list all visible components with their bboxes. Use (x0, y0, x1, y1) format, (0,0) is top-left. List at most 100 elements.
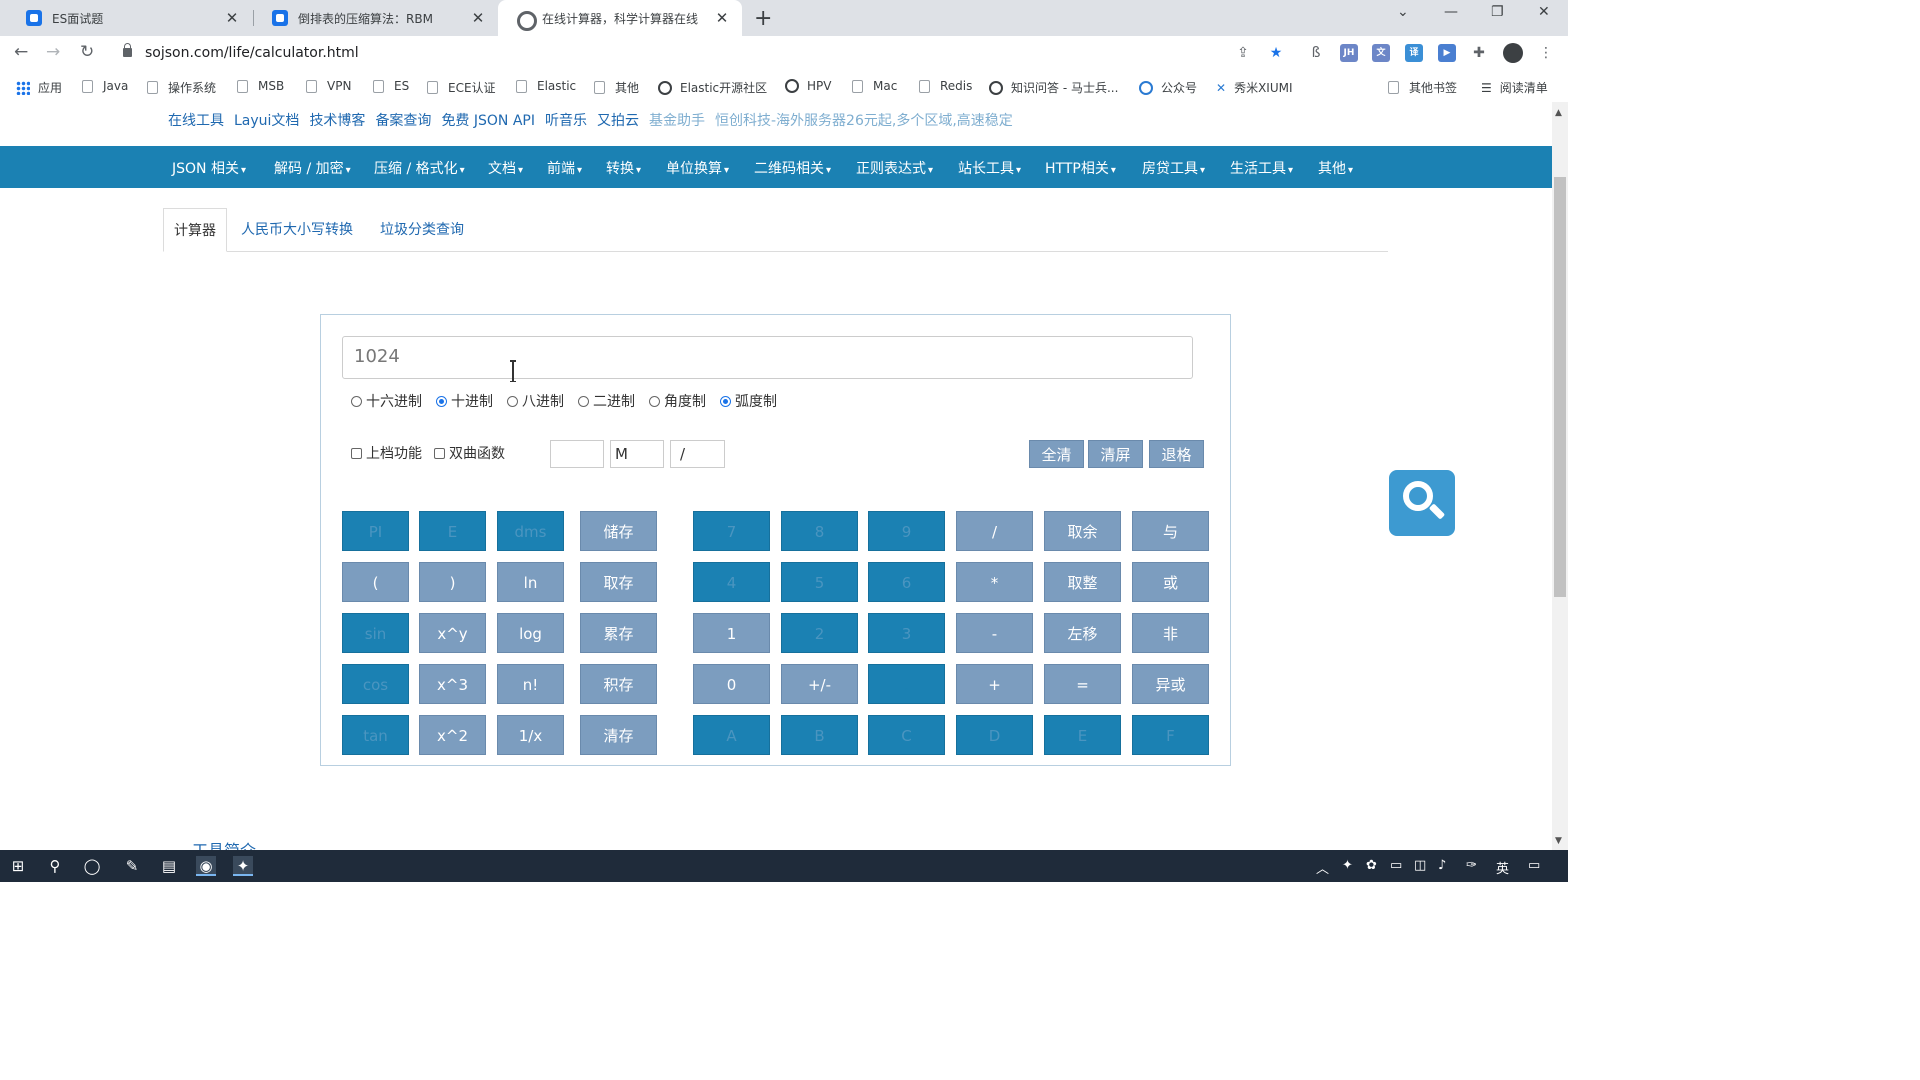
key-x-cubed[interactable]: x^3 (419, 664, 486, 704)
bookmark-item[interactable]: MSB (237, 79, 284, 93)
search-icon[interactable]: ⚲ (45, 856, 65, 876)
backspace-button[interactable]: 退格 (1149, 440, 1204, 468)
pen-icon[interactable]: ✑ (1466, 858, 1477, 873)
bookmark-item[interactable]: 公众号 (1139, 79, 1197, 96)
top-link[interactable]: 听音乐 (545, 110, 587, 130)
key-shift-left[interactable]: 左移 (1044, 613, 1121, 653)
key-hex-f[interactable]: F (1132, 715, 1209, 755)
top-link[interactable]: 备案查询 (375, 110, 431, 130)
page-scrollbar[interactable]: ▲ ▼ (1552, 102, 1568, 850)
bookmark-other[interactable]: 其他书签 (1388, 79, 1457, 96)
key-close-paren[interactable]: ) (419, 562, 486, 602)
nav-item[interactable]: 前端 (547, 158, 582, 178)
calculator-display[interactable]: 1024 (342, 336, 1193, 379)
tray-chevron-icon[interactable]: ︿ (1316, 858, 1329, 877)
tab-calculator[interactable]: 计算器 (163, 208, 227, 252)
key-negate[interactable]: +/- (781, 664, 858, 704)
bookmark-item[interactable]: Redis (919, 79, 972, 93)
key-hex-b[interactable]: B (781, 715, 858, 755)
tray-people-icon[interactable]: ✿ (1366, 858, 1377, 873)
key-5[interactable]: 5 (781, 562, 858, 602)
radio-hex[interactable]: 十六进制 (351, 391, 422, 411)
close-icon[interactable]: ✕ (714, 9, 730, 27)
nav-item[interactable]: 压缩 / 格式化 (374, 158, 465, 178)
app-notes-icon[interactable]: ✎ (122, 856, 142, 876)
key-decimal-point[interactable]: . (868, 664, 945, 704)
forward-arrow-icon[interactable]: → (46, 42, 60, 62)
key-dms[interactable]: dms (497, 511, 564, 551)
nav-item[interactable]: 站长工具 (958, 158, 1021, 178)
nav-item[interactable]: JSON 相关 (172, 158, 246, 178)
scroll-up-arrow-icon[interactable]: ▲ (1555, 108, 1562, 118)
nav-item[interactable]: HTTP相关 (1045, 158, 1116, 178)
nav-item[interactable]: 房贷工具 (1142, 158, 1205, 178)
checkbox-shift[interactable]: 上档功能 (351, 443, 422, 463)
close-icon[interactable]: ✕ (470, 9, 486, 27)
top-link[interactable]: Layui文档 (234, 110, 299, 130)
bookmark-item[interactable]: 知识问答 - 马士兵... (989, 79, 1118, 96)
key-7[interactable]: 7 (693, 511, 770, 551)
key-mem-multiply[interactable]: 积存 (580, 664, 657, 704)
extension-jh-icon[interactable]: JH (1340, 44, 1358, 62)
browser-tab-active[interactable]: 在线计算器，科学计算器在线 ✕ (498, 0, 742, 36)
key-mem-add[interactable]: 累存 (580, 613, 657, 653)
key-x-pow-y[interactable]: x^y (419, 613, 486, 653)
key-hex-a[interactable]: A (693, 715, 770, 755)
radio-binary[interactable]: 二进制 (578, 391, 635, 411)
key-2[interactable]: 2 (781, 613, 858, 653)
bookmark-item[interactable]: Java (82, 79, 128, 93)
top-link[interactable]: 又拍云 (597, 110, 639, 130)
key-hex-d[interactable]: D (956, 715, 1033, 755)
key-not[interactable]: 非 (1132, 613, 1209, 653)
key-cos[interactable]: cos (342, 664, 409, 704)
radio-decimal[interactable]: 十进制 (436, 391, 493, 411)
tray-app-icon[interactable]: ✦ (1342, 858, 1353, 873)
extension-video-icon[interactable]: ▶ (1438, 44, 1456, 62)
scrollbar-thumb[interactable] (1554, 177, 1566, 597)
key-hex-e[interactable]: E (1044, 715, 1121, 755)
radio-degree[interactable]: 角度制 (649, 391, 706, 411)
key-0[interactable]: 0 (693, 664, 770, 704)
volume-icon[interactable]: ♪ (1438, 858, 1446, 873)
window-close-icon[interactable]: ✕ (1538, 4, 1550, 20)
ad-link[interactable]: 恒创科技-海外服务器26元起,多个区域,高速稳定 (715, 110, 1013, 130)
profile-avatar[interactable] (1503, 43, 1523, 63)
key-divide[interactable]: / (956, 511, 1033, 551)
address-bar[interactable]: sojson.com/life/calculator.html (145, 45, 359, 61)
key-multiply[interactable]: * (956, 562, 1033, 602)
key-factorial[interactable]: n! (497, 664, 564, 704)
nav-item[interactable]: 二维码相关 (754, 158, 831, 178)
checkbox-hyperbolic[interactable]: 双曲函数 (434, 443, 505, 463)
key-and[interactable]: 与 (1132, 511, 1209, 551)
app-running-icon[interactable]: ✦ (233, 856, 253, 876)
bookmark-item[interactable]: Elastic开源社区 (658, 79, 767, 96)
reading-list[interactable]: ☰ 阅读清单 (1481, 79, 1548, 96)
nav-item[interactable]: 单位换算 (666, 158, 729, 178)
key-reciprocal[interactable]: 1/x (497, 715, 564, 755)
key-or[interactable]: 或 (1132, 562, 1209, 602)
key-pi[interactable]: PI (342, 511, 409, 551)
key-8[interactable]: 8 (781, 511, 858, 551)
bookmark-apps[interactable]: 应用 (16, 79, 62, 96)
radio-octal[interactable]: 八进制 (507, 391, 564, 411)
tab-search-chevron-icon[interactable]: ⌄ (1397, 4, 1409, 20)
reload-icon[interactable]: ↻ (80, 42, 94, 62)
key-3[interactable]: 3 (868, 613, 945, 653)
share-icon[interactable]: ⇪ (1234, 44, 1252, 62)
browser-menu-icon[interactable]: ⋮ (1537, 44, 1555, 62)
key-mod[interactable]: 取余 (1044, 511, 1121, 551)
notification-icon[interactable]: ▭ (1528, 858, 1540, 873)
key-hex-c[interactable]: C (868, 715, 945, 755)
maximize-icon[interactable]: ❐ (1491, 4, 1504, 20)
nav-item[interactable]: 转换 (606, 158, 641, 178)
key-recall[interactable]: 取存 (580, 562, 657, 602)
key-4[interactable]: 4 (693, 562, 770, 602)
key-xor[interactable]: 异或 (1132, 664, 1209, 704)
browser-tab[interactable]: 倒排表的压缩算法：RBM ✕ (254, 0, 498, 36)
translate-icon[interactable]: 文 (1372, 44, 1390, 62)
key-tan[interactable]: tan (342, 715, 409, 755)
clear-all-button[interactable]: 全清 (1029, 440, 1084, 468)
bookmark-item[interactable]: VPN (306, 79, 351, 93)
top-link[interactable]: 免费 JSON API (441, 110, 535, 130)
nav-item[interactable]: 解码 / 加密 (274, 158, 351, 178)
